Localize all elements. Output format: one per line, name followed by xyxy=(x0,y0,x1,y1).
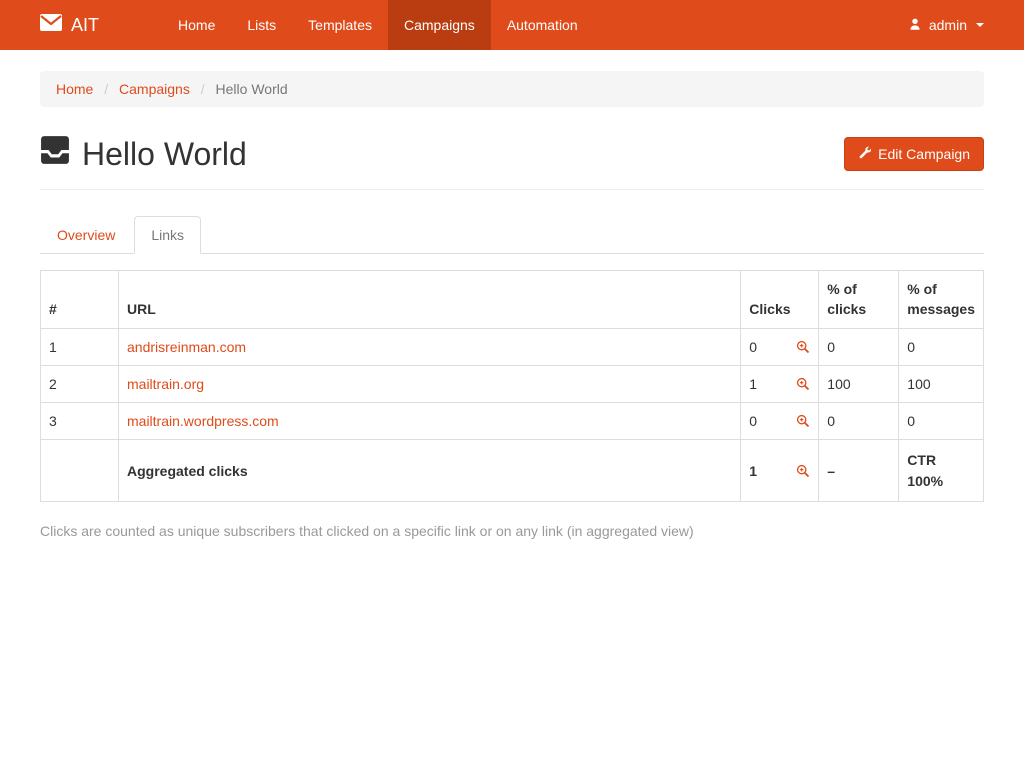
zoom-in-icon[interactable] xyxy=(796,464,810,478)
aggregate-row: Aggregated clicks 1 – CTR 100% xyxy=(41,440,984,502)
url-link[interactable]: mailtrain.org xyxy=(127,376,204,392)
breadcrumb-current: Hello World xyxy=(216,81,288,97)
table-row: 1 andrisreinman.com 0 0 0 xyxy=(41,328,984,365)
clicks-note: Clicks are counted as unique subscribers… xyxy=(40,523,984,539)
tabs: Overview Links xyxy=(40,216,984,254)
col-header-clicks: Clicks xyxy=(741,271,819,329)
pct-clicks-value: – xyxy=(819,440,899,502)
brand-label: AIT xyxy=(71,15,99,36)
table-row: 2 mailtrain.org 1 100 100 xyxy=(41,365,984,402)
caret-down-icon xyxy=(976,23,984,27)
clicks-value: 0 xyxy=(749,411,757,431)
zoom-in-icon[interactable] xyxy=(796,414,810,428)
tab-overview: Overview xyxy=(40,216,132,254)
nav-item-home: Home xyxy=(162,0,231,50)
pct-messages-value: 0 xyxy=(899,328,984,365)
breadcrumb-home[interactable]: Home xyxy=(56,81,93,97)
breadcrumb: Home / Campaigns / Hello World xyxy=(40,71,984,107)
row-num: 3 xyxy=(41,403,119,440)
aggregate-label: Aggregated clicks xyxy=(119,440,741,502)
row-num: 1 xyxy=(41,328,119,365)
pct-clicks-value: 0 xyxy=(819,328,899,365)
user-menu[interactable]: admin xyxy=(893,0,984,50)
pct-messages-value: CTR 100% xyxy=(899,440,984,502)
wrench-icon xyxy=(858,146,871,162)
col-header-num: # xyxy=(41,271,119,329)
clicks-value: 1 xyxy=(749,461,757,481)
brand-link[interactable]: AIT xyxy=(40,0,114,50)
pct-messages-value: 100 xyxy=(899,365,984,402)
navbar: AIT Home Lists Templates Campaigns Autom… xyxy=(0,0,1024,50)
url-link[interactable]: mailtrain.wordpress.com xyxy=(127,413,279,429)
page-title: Hello World xyxy=(40,135,247,173)
edit-campaign-button[interactable]: Edit Campaign xyxy=(844,137,984,171)
breadcrumb-campaigns[interactable]: Campaigns xyxy=(119,81,190,97)
zoom-in-icon[interactable] xyxy=(796,377,810,391)
nav-item-campaigns: Campaigns xyxy=(388,0,491,50)
table-row: 3 mailtrain.wordpress.com 0 0 0 xyxy=(41,403,984,440)
col-header-pct-clicks: % of clicks xyxy=(819,271,899,329)
clicks-value: 1 xyxy=(749,374,757,394)
zoom-in-icon[interactable] xyxy=(796,340,810,354)
envelope-icon xyxy=(40,14,62,36)
col-header-pct-messages: % of messages xyxy=(899,271,984,329)
tab-links: Links xyxy=(134,216,201,254)
url-link[interactable]: andrisreinman.com xyxy=(127,339,246,355)
links-table: # URL Clicks % of clicks % of messages 1… xyxy=(40,270,984,502)
inbox-icon xyxy=(40,135,70,173)
page-header: Hello World Edit Campaign xyxy=(40,125,984,190)
col-header-url: URL xyxy=(119,271,741,329)
user-icon xyxy=(908,17,922,34)
table-header-row: # URL Clicks % of clicks % of messages xyxy=(41,271,984,329)
nav-item-automation: Automation xyxy=(491,0,594,50)
row-num xyxy=(41,440,119,502)
user-name: admin xyxy=(929,17,967,33)
row-num: 2 xyxy=(41,365,119,402)
pct-messages-value: 0 xyxy=(899,403,984,440)
pct-clicks-value: 100 xyxy=(819,365,899,402)
breadcrumb-separator: / xyxy=(97,81,115,97)
nav-item-templates: Templates xyxy=(292,0,388,50)
main-nav: Home Lists Templates Campaigns Automatio… xyxy=(162,0,594,50)
nav-item-lists: Lists xyxy=(231,0,292,50)
pct-clicks-value: 0 xyxy=(819,403,899,440)
breadcrumb-separator: / xyxy=(194,81,212,97)
clicks-value: 0 xyxy=(749,337,757,357)
